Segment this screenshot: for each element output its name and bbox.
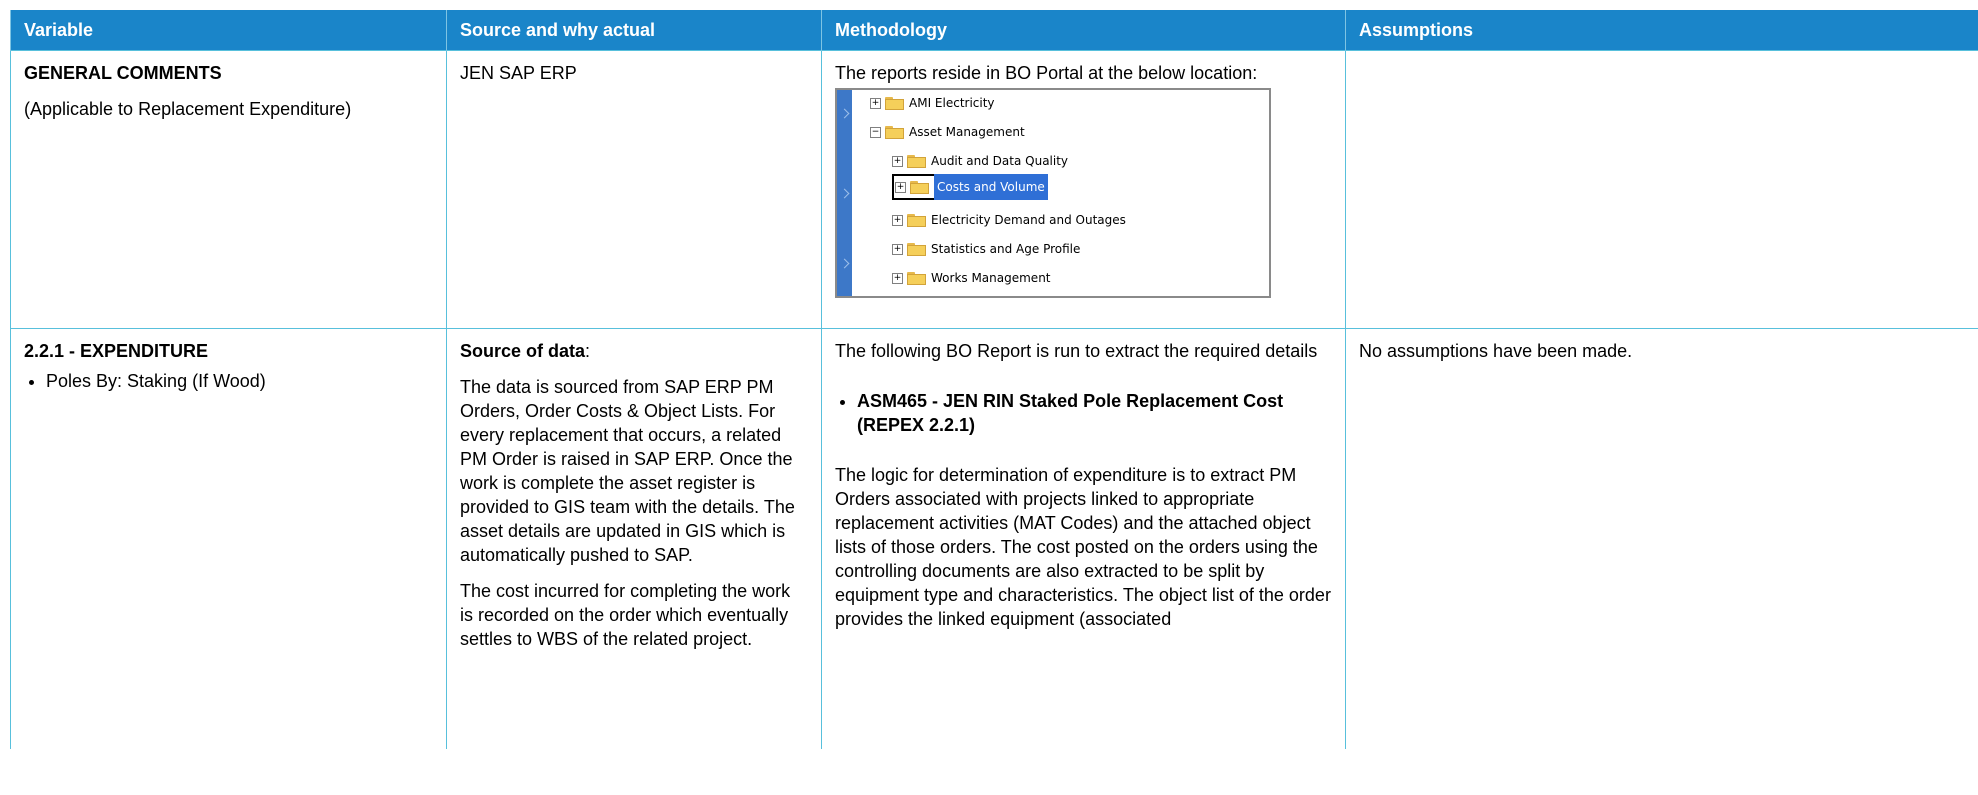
expand-icon[interactable]: + [892,155,903,167]
tree-node-ami-electricity[interactable]: + AMI Electricity [870,94,995,112]
folder-icon [885,96,904,110]
collapse-icon[interactable]: − [870,126,881,138]
header-row: Variable Source and why actual Methodolo… [10,10,1978,51]
header-methodology: Methodology [821,10,1346,51]
source-heading: Source of data: [460,339,808,363]
source-label-colon: : [585,341,591,361]
header-source: Source and why actual [446,10,822,51]
tree-node-label: Works Management [931,271,1051,285]
header-assumptions: Assumptions [1345,10,1978,51]
expand-icon[interactable]: + [892,272,903,284]
expand-icon[interactable]: + [892,214,903,226]
cell-source: Source of data: The data is sourced from… [446,328,822,749]
expand-icon[interactable]: + [895,181,906,193]
tree-node-electricity-demand[interactable]: + Electricity Demand and Outages [892,211,1126,229]
tree-node-asset-management[interactable]: − Asset Management [870,123,1025,141]
rin-basis-table: Variable Source and why actual Methodolo… [10,10,1978,749]
expand-icon[interactable]: + [870,97,881,109]
tree-node-audit-data-quality[interactable]: + Audit and Data Quality [892,152,1068,170]
folder-icon [907,213,926,227]
tree-node-works-management[interactable]: + Works Management [892,269,1051,287]
variable-subtitle: (Applicable to Replacement Expenditure) [24,99,352,119]
tree-side-rail [837,90,852,296]
cell-assumptions: No assumptions have been made. [1345,328,1978,749]
tree-node-label: Audit and Data Quality [931,154,1069,168]
cell-variable: 2.2.1 - EXPENDITURE Poles By: Staking (I… [10,328,447,749]
report-list: ASM465 - JEN RIN Staked Pole Replacement… [835,389,1332,437]
cell-methodology: The following BO Report is run to extrac… [821,328,1346,749]
folder-icon [907,242,926,256]
cell-source: JEN SAP ERP [446,50,822,329]
report-name: ASM465 - JEN RIN Staked Pole Replacement… [857,389,1332,437]
tree-node-label: Electricity Demand and Outages [931,213,1126,227]
variable-title: 2.2.1 - EXPENDITURE [24,341,209,361]
tree-node-label: Statistics and Age Profile [931,242,1081,256]
source-text: JEN SAP ERP [460,63,577,83]
tree-node-costs-and-volume[interactable]: + Costs and Volume [895,174,1048,200]
expand-icon[interactable]: + [892,243,903,255]
tree-node-label-selected: Costs and Volume [934,174,1048,200]
bo-portal-folder-tree: + AMI Electricity − Asset Management + A… [835,88,1271,298]
open-folder-icon [910,180,929,194]
cell-assumptions [1345,50,1978,329]
tree-node-label: AMI Electricity [909,96,995,110]
variable-list: Poles By: Staking (If Wood) [24,369,433,393]
variable-title: GENERAL COMMENTS [24,63,222,83]
methodology-logic: The logic for determination of expenditu… [835,465,1331,629]
cell-variable: GENERAL COMMENTS (Applicable to Replacem… [10,50,447,329]
source-label: Source of data [460,341,586,361]
tree-node-statistics-age[interactable]: + Statistics and Age Profile [892,240,1080,258]
folder-icon [907,154,926,168]
methodology-intro: The following BO Report is run to extrac… [835,341,1318,361]
source-paragraph-1: The data is sourced from SAP ERP PM Orde… [460,377,795,565]
source-paragraph-2: The cost incurred for completing the wor… [460,581,791,649]
assumptions-text: No assumptions have been made. [1359,341,1633,361]
header-variable: Variable [10,10,447,51]
table-row: GENERAL COMMENTS (Applicable to Replacem… [10,50,1978,329]
folder-icon [885,125,904,139]
folder-icon [907,271,926,285]
table-row: 2.2.1 - EXPENDITURE Poles By: Staking (I… [10,328,1978,749]
methodology-intro: The reports reside in BO Portal at the b… [835,63,1258,83]
cell-methodology: The reports reside in BO Portal at the b… [821,50,1346,329]
variable-bullet: Poles By: Staking (If Wood) [46,369,433,393]
tree-node-label: Asset Management [909,125,1025,139]
